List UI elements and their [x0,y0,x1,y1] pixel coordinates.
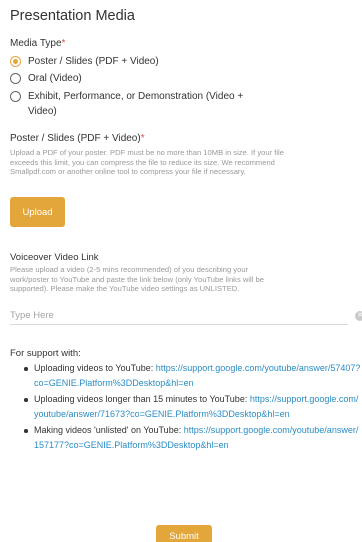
media-type-label: Media Type* [10,38,65,49]
voiceover-label: Voiceover Video Link [10,252,99,263]
radio-option-poster[interactable]: Poster / Slides (PDF + Video) [10,56,159,69]
radio-label: Oral (Video) [28,73,82,84]
radio-button-checked[interactable] [10,56,21,67]
voiceover-link-input[interactable] [10,307,348,325]
list-item: Making videos 'unlisted' on YouTube: htt… [22,423,362,453]
clear-icon[interactable]: ✕ [355,311,362,321]
radio-option-exhibit[interactable]: Exhibit, Performance, or Demonstration (… [10,91,243,119]
upload-button[interactable]: Upload [10,197,65,227]
radio-label-line2: Video) [28,106,57,117]
radio-label: Exhibit, Performance, or Demonstration (… [28,89,243,119]
list-item: Uploading videos to YouTube: https://sup… [22,361,362,391]
support-list: Uploading videos to YouTube: https://sup… [22,361,362,454]
poster-upload-label-text: Poster / Slides (PDF + Video) [10,133,141,144]
radio-option-oral[interactable]: Oral (Video) [10,73,82,86]
support-text: Uploading videos to YouTube: [34,363,156,373]
help-line: exceeds this limit, you can compress the… [10,157,275,167]
poster-upload-help: Upload a PDF of your poster. PDF must be… [10,148,340,177]
help-line: Upload a PDF of your poster. PDF must be… [10,148,284,157]
help-line: supported). Please make the YouTube vide… [10,284,240,294]
presentation-media-form: Presentation Media Media Type* Poster / … [0,0,362,542]
required-marker: * [61,38,66,49]
required-marker: * [140,133,145,144]
submit-button[interactable]: Submit [156,525,212,542]
radio-label: Poster / Slides (PDF + Video) [28,56,159,67]
support-text: Making videos 'unlisted' on YouTube: [34,425,184,435]
radio-label-line1: Exhibit, Performance, or Demonstration (… [28,91,244,102]
help-line: Smallpdf.com or another online tool to c… [10,167,246,177]
voiceover-help: Please upload a video (2-5 mins recommen… [10,265,340,294]
poster-upload-label: Poster / Slides (PDF + Video)* [10,133,145,144]
radio-button[interactable] [10,91,21,102]
help-line: Please upload a video (2-5 mins recommen… [10,265,249,274]
support-title: For support with: [10,348,81,359]
help-line: work/poster to YouTube and paste the lin… [10,274,264,284]
support-text: Uploading videos longer than 15 minutes … [34,394,250,404]
media-type-label-text: Media Type [10,38,62,49]
list-item: Uploading videos longer than 15 minutes … [22,392,362,422]
radio-button[interactable] [10,73,21,84]
section-title: Presentation Media [10,8,135,24]
